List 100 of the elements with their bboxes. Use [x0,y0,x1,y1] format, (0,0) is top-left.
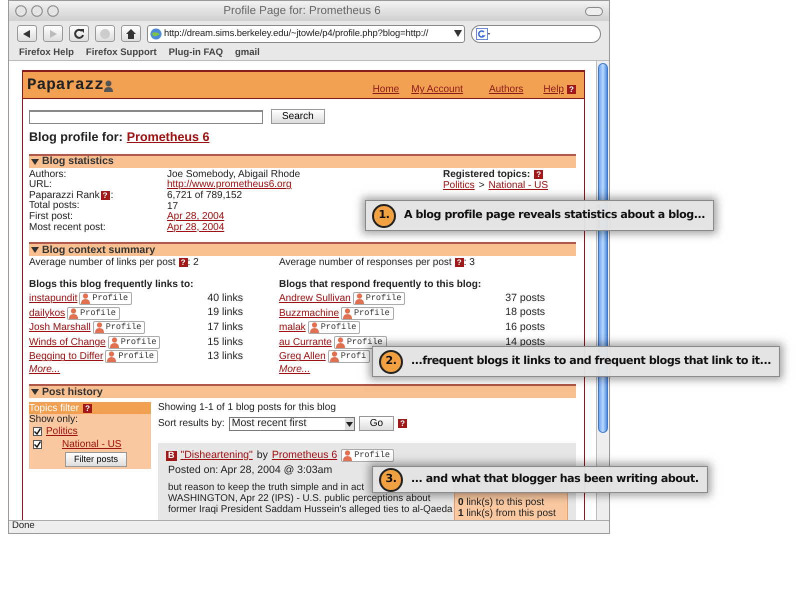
help-icon[interactable]: ? [178,258,188,268]
link-count: 14 posts [505,336,545,348]
bookmark-link[interactable]: Firefox Help [19,48,74,58]
triangle-icon[interactable] [31,246,39,254]
profile-button[interactable]: Profile [341,449,394,462]
bookmark-link[interactable]: Firefox Support [86,48,157,58]
help-icon[interactable]: ? [100,190,110,200]
topic-link[interactable]: Politics [443,180,475,191]
link-count: 37 posts [505,292,545,304]
topic-link[interactable]: Politics [46,426,78,438]
toolbar-toggle-button[interactable] [585,6,603,16]
profile-button[interactable]: Profile [67,306,120,320]
search-engine-field[interactable] [471,24,601,42]
home-button[interactable] [121,25,141,42]
blog-link[interactable]: Greg Allen [279,351,326,362]
more-link[interactable]: More... [279,364,310,376]
field-label: Total posts: [29,200,80,212]
average-label: Average number of responses per post [279,257,452,268]
profile-button[interactable]: Profile [334,336,387,349]
field-label: First post: [29,210,73,222]
section-header[interactable]: Blog context summary [29,242,576,256]
forward-icon [47,28,59,40]
post-link-count: 0 link(s) to this post [458,496,546,508]
blog-link[interactable]: Begging to Differ [29,351,104,362]
blog-link[interactable]: Winds of Change [29,336,106,348]
person-icon [336,336,345,348]
help-icon[interactable]: ? [534,170,544,179]
profile-button[interactable]: Profile [308,321,360,334]
profile-button[interactable]: Profile [108,336,160,349]
link-count: 18 posts [505,307,545,319]
filter-button[interactable]: Filter posts [65,452,128,468]
nav-link[interactable]: Home [372,84,400,95]
blog-link[interactable]: instapundit [29,293,78,304]
minimize-button[interactable] [31,5,43,17]
blog-link[interactable]: dailykos [29,308,66,319]
blog-link[interactable]: Andrew Sullivan [279,293,351,304]
profile-button[interactable]: Profile [352,292,406,306]
list-title: Blogs this blog frequently links to: [29,279,194,290]
person-icon [343,450,352,462]
person-icon [94,322,104,334]
checkbox[interactable] [33,440,42,450]
reload-button[interactable] [69,25,89,42]
section-header[interactable]: Post history [29,384,576,398]
post-excerpt-line: WASHINGTON, Apr 22 (IPS) - U.S. public perceptions about [168,492,430,504]
profile-button[interactable]: Profi [328,350,370,364]
help-icon[interactable]: ? [398,419,408,428]
field-label: URL: [29,179,52,190]
search-button[interactable]: Search [271,109,325,124]
blog-link[interactable]: Josh Marshall [29,322,91,334]
help-icon[interactable]: ? [454,258,464,268]
go-button[interactable]: Go [358,416,394,432]
nav-link[interactable]: My Account [411,84,463,95]
blog-link[interactable]: malak [279,322,306,334]
field-link[interactable]: Apr 28, 2004 [167,222,224,232]
filter-title: Topics filter [29,402,80,414]
triangle-icon[interactable] [31,388,39,396]
average-label: Average number of links per post [29,257,176,268]
bookmark-link[interactable]: gmail [235,48,260,58]
field-label: Paparazzi Rank [29,190,100,201]
zoom-button[interactable] [47,5,59,17]
section-title: Blog context summary [42,244,156,256]
checkbox[interactable] [33,427,42,436]
window-title: Profile Page for: Prometheus 6 [222,4,382,18]
blog-link[interactable]: Prometheus 6 [126,131,210,145]
author-link[interactable]: Prometheus 6 [272,450,338,462]
person-icon [69,308,78,319]
help-icon[interactable]: ? [567,85,576,94]
topics-label: Registered topics: [443,168,530,180]
blog-link[interactable]: Buzzmachine [279,308,340,319]
dropdown-arrow-icon[interactable] [454,30,462,37]
profile-button[interactable]: Profile [92,321,146,334]
blog-badge: B [166,450,176,461]
more-link[interactable]: More... [29,364,60,376]
topic-link[interactable]: National - US [62,439,122,450]
field-link[interactable]: Apr 28, 2004 [167,211,224,222]
blog-link[interactable]: au Currante [279,336,332,348]
profile-button[interactable]: Profile [341,306,394,320]
profile-button[interactable]: Profile [79,292,132,306]
site-logo[interactable]: Paparazz [27,77,104,95]
close-button[interactable] [15,5,27,17]
nav-link[interactable]: Authors [488,84,524,95]
forward-button[interactable] [43,25,63,42]
section-header[interactable]: Blog statistics [29,154,576,168]
person-icon [354,293,364,304]
bookmark-link[interactable]: Plug-in FAQ [168,48,223,58]
topic-link[interactable]: National - US [488,180,548,191]
stop-button[interactable] [95,25,115,42]
triangle-icon[interactable] [31,158,39,166]
field-link[interactable]: http://www.prometheus6.org [167,179,292,190]
help-icon[interactable]: ? [83,404,92,413]
step-number: 2. [379,350,403,374]
address-field[interactable]: http://dream.sims.berkeley.edu/~jtowle/p4/profile.php?blog=http:// [147,24,465,42]
post-title-link[interactable]: "Disheartening" [180,450,253,462]
step-number: 1. [372,204,396,228]
nav-link[interactable]: Help [543,84,564,95]
search-field[interactable] [29,110,263,124]
back-button[interactable] [17,25,37,42]
profile-button[interactable]: Profile [105,350,158,364]
field-label: Authors: [29,168,66,180]
sort-select[interactable]: Most recent first [228,416,355,431]
